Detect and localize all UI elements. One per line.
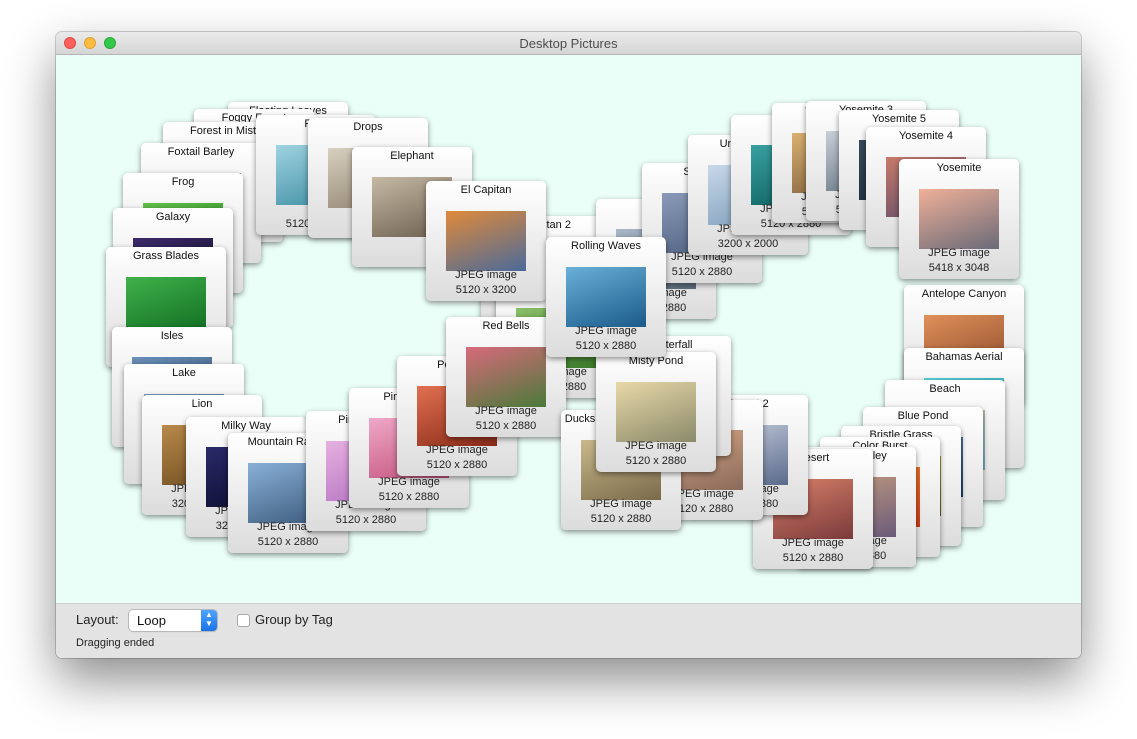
picture-kind: JPEG image	[455, 269, 517, 281]
layout-label: Layout:	[76, 612, 119, 627]
picture-thumbnail	[919, 189, 999, 249]
picture-kind: JPEG image	[378, 476, 440, 488]
picture-kind: JPEG image	[575, 325, 637, 337]
picture-title: El Capitan	[460, 184, 512, 196]
picture-title: Elephant	[390, 150, 434, 162]
desktop-pictures-window: Desktop Pictures Floating LeavesFoggy Fo…	[56, 32, 1081, 658]
picture-dimensions: 5120 x 3200	[455, 284, 517, 296]
picture-title: Bahamas Aerial	[925, 351, 1003, 363]
picture-title: Grass Blades	[132, 250, 200, 262]
layout-popup-value: Loop	[137, 613, 166, 628]
footer-bar: Layout: Loop ▲ ▼ Group by Tag Dragging en…	[56, 603, 1081, 658]
picture-kind: JPEG image	[590, 498, 652, 510]
picture-title: Yosemite 4	[898, 130, 954, 142]
picture-dimensions: 5120 x 2880	[335, 514, 397, 526]
popup-stepper-icon: ▲ ▼	[201, 610, 217, 631]
picture-dimensions: 5120 x 2880	[590, 513, 652, 525]
picture-kind: JPEG image	[426, 444, 488, 456]
picture-card[interactable]: El Capitan JPEG image 5120 x 3200	[426, 181, 546, 301]
status-text: Dragging ended	[76, 637, 155, 649]
picture-title: Lion	[191, 398, 213, 410]
picture-dimensions: 5120 x 2880	[475, 420, 537, 432]
layout-popup[interactable]: Loop ▲ ▼	[129, 610, 217, 631]
picture-card[interactable]: Misty Pond JPEG image 5120 x 2880	[596, 352, 716, 472]
picture-title: Isles	[160, 330, 184, 342]
picture-kind: JPEG image	[928, 247, 990, 259]
picture-dimensions: 5120 x 2880	[257, 536, 319, 548]
picture-title: Lake	[172, 367, 196, 379]
picture-thumbnail	[566, 267, 646, 327]
picture-title: Galaxy	[155, 211, 191, 223]
picture-card[interactable]: Rolling Waves JPEG image 5120 x 2880	[546, 237, 666, 357]
picture-title: Foxtail Barley	[167, 146, 235, 158]
group-by-tag-label[interactable]: Group by Tag	[255, 612, 333, 627]
picture-kind: JPEG image	[475, 405, 537, 417]
picture-title: Beach	[929, 383, 961, 395]
picture-title: Rolling Waves	[571, 240, 641, 252]
picture-title: Frog	[171, 176, 195, 188]
title-bar[interactable]: Desktop Pictures	[56, 32, 1081, 55]
picture-thumbnail	[446, 211, 526, 271]
picture-dimensions: 5418 x 3048	[928, 262, 990, 274]
picture-dimensions: 5120 x 2880	[378, 491, 440, 503]
picture-title: Drops	[353, 121, 383, 133]
picture-title: Blue Pond	[897, 410, 949, 422]
picture-title: Milky Way	[221, 420, 271, 432]
picture-dimensions: 5120 x 2880	[782, 552, 844, 564]
picture-kind: JPEG image	[625, 440, 687, 452]
picture-card[interactable]: Yosemite JPEG image 5418 x 3048	[899, 159, 1019, 279]
group-by-tag-checkbox[interactable]	[237, 614, 250, 627]
picture-thumbnail	[616, 382, 696, 442]
picture-thumbnail	[466, 347, 546, 407]
picture-loop-canvas[interactable]: Floating LeavesFoggy ForestForest in Mis…	[56, 55, 1081, 603]
picture-dimensions: 3200 x 2000	[717, 238, 779, 250]
picture-dimensions: 5120 x 2880	[426, 459, 488, 471]
picture-dimensions: 5120 x 2880	[575, 340, 637, 352]
picture-kind: JPEG image	[782, 537, 844, 549]
picture-title: Antelope Canyon	[921, 288, 1007, 300]
window-title: Desktop Pictures	[519, 36, 618, 51]
picture-title: Yosemite 5	[871, 113, 927, 125]
picture-dimensions: 5120 x 2880	[625, 455, 687, 467]
picture-title: Yosemite	[936, 162, 982, 174]
